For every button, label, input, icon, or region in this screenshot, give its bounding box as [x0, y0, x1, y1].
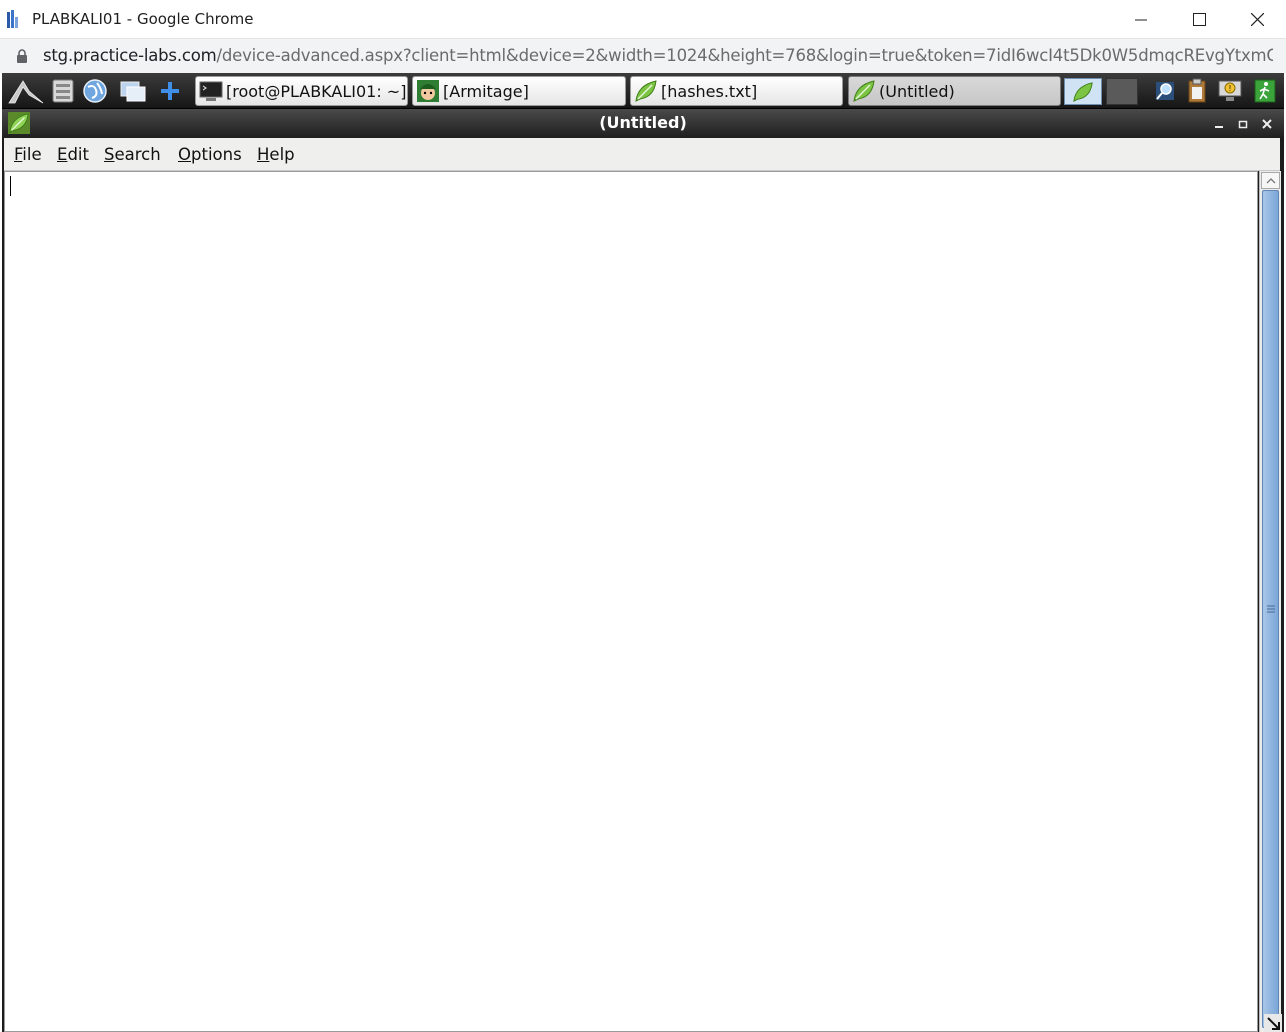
- task-untitled[interactable]: (Untitled): [848, 76, 1061, 106]
- armitage-icon: [417, 80, 439, 102]
- menu-options[interactable]: Options: [178, 145, 242, 164]
- maximize-button[interactable]: [1170, 0, 1228, 39]
- terminal-icon: [199, 81, 223, 101]
- window-maximize-button[interactable]: [1234, 115, 1252, 133]
- task-label: [root@PLABKALI01: ~]: [226, 81, 407, 101]
- maximize-icon: [1192, 13, 1206, 26]
- maximize-icon: [1238, 120, 1248, 129]
- menu-label: ile: [22, 145, 42, 164]
- logout-icon[interactable]: [1250, 77, 1280, 105]
- menu-edit[interactable]: Edit: [57, 145, 89, 164]
- lock-icon: [17, 49, 27, 63]
- practice-labs-icon: [7, 10, 18, 28]
- task-label: [hashes.txt]: [661, 81, 758, 101]
- browser-window-title: PLABKALI01 - Google Chrome: [32, 10, 254, 28]
- window-titlebar[interactable]: (Untitled): [2, 109, 1284, 138]
- address-bar[interactable]: stg.practice-labs.com/device-advanced.as…: [0, 39, 1286, 73]
- chevron-up-icon: [1266, 178, 1275, 184]
- close-button[interactable]: [1228, 0, 1286, 39]
- browser-titlebar: PLABKALI01 - Google Chrome: [0, 0, 1286, 39]
- leafpad-window: (Untitled) File Edit Search Options Help: [2, 109, 1284, 1032]
- workspace-2[interactable]: [1106, 78, 1138, 105]
- resize-grip-icon[interactable]: [1264, 1014, 1282, 1032]
- leafpad-icon: [635, 80, 657, 102]
- url-path: /device-advanced.aspx?client=html&device…: [216, 46, 1273, 65]
- menubar: File Edit Search Options Help: [4, 138, 1280, 171]
- window-minimize-button[interactable]: [1210, 115, 1228, 133]
- menu-help[interactable]: Help: [257, 145, 295, 164]
- kali-menu-icon[interactable]: [6, 76, 46, 106]
- scroll-thumb[interactable]: [1262, 190, 1279, 1028]
- task-armitage[interactable]: [Armitage]: [412, 76, 626, 106]
- magnifier-icon[interactable]: [1150, 77, 1180, 105]
- menu-mnemonic: E: [57, 145, 68, 164]
- window-title: (Untitled): [599, 113, 687, 132]
- minimize-icon: [1215, 126, 1223, 128]
- workspace-1[interactable]: [1064, 78, 1102, 105]
- monitor-icon[interactable]: !: [1215, 77, 1245, 105]
- minimize-icon: [1135, 19, 1147, 20]
- task-label: [Armitage]: [443, 81, 529, 101]
- menu-label: ptions: [191, 145, 242, 164]
- scroll-up-button[interactable]: [1261, 172, 1280, 189]
- menu-label: earch: [114, 145, 161, 164]
- close-icon: [1250, 13, 1264, 26]
- leafpad-icon: [853, 80, 875, 102]
- menu-label: elp: [269, 145, 295, 164]
- close-icon: [1262, 119, 1272, 129]
- grip-icon: [1266, 605, 1275, 613]
- svg-text:!: !: [1229, 84, 1231, 93]
- menu-mnemonic: S: [104, 145, 115, 164]
- task-terminal[interactable]: [root@PLABKALI01: ~]: [195, 76, 408, 106]
- menu-mnemonic: O: [178, 145, 191, 164]
- task-hashes[interactable]: [hashes.txt]: [630, 76, 843, 106]
- task-label: (Untitled): [879, 81, 955, 101]
- text-editor-area[interactable]: [4, 171, 1258, 1032]
- vertical-scrollbar[interactable]: [1259, 171, 1281, 1032]
- menu-mnemonic: H: [257, 145, 270, 164]
- menu-file[interactable]: File: [14, 145, 42, 164]
- show-desktop-icon[interactable]: [118, 76, 148, 106]
- add-desktop-icon[interactable]: [155, 76, 185, 106]
- leafpad-icon: [1073, 81, 1093, 102]
- browser-icon[interactable]: [80, 76, 110, 106]
- minimize-button[interactable]: [1112, 0, 1170, 39]
- url-text[interactable]: stg.practice-labs.com/device-advanced.as…: [43, 46, 1273, 65]
- url-host: stg.practice-labs.com: [43, 46, 217, 65]
- text-caret: [10, 176, 11, 196]
- remote-desktop[interactable]: [root@PLABKALI01: ~] [Armitage] [hashes.…: [2, 73, 1284, 1032]
- menu-label: dit: [67, 145, 89, 164]
- window-close-button[interactable]: [1258, 115, 1276, 133]
- kali-taskbar: [root@PLABKALI01: ~] [Armitage] [hashes.…: [2, 73, 1284, 109]
- clipboard-icon[interactable]: [1182, 77, 1212, 105]
- file-manager-icon[interactable]: [48, 76, 78, 106]
- menu-search[interactable]: Search: [104, 145, 161, 164]
